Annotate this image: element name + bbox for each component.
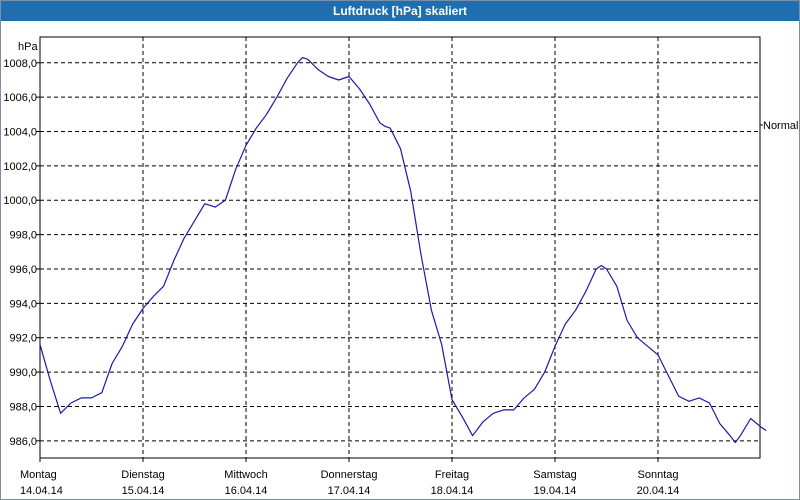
x-tick-date: 16.04.14 — [225, 485, 268, 497]
x-tick-day: Samstag — [533, 469, 576, 481]
plot-area — [39, 36, 761, 459]
y-tick-label: 1004,0 — [3, 127, 37, 139]
y-tick-label: 1006,0 — [3, 92, 37, 104]
y-tick-label: 1002,0 — [3, 161, 37, 173]
x-tick-day: Freitag — [435, 469, 469, 481]
y-tick-label: 986,0 — [9, 436, 37, 448]
y-tick-label: 1000,0 — [3, 195, 37, 207]
y-tick-label: 990,0 — [9, 367, 37, 379]
grid — [40, 37, 760, 458]
x-tick-date: 18.04.14 — [431, 485, 474, 497]
x-tick-day: Donnerstag — [321, 469, 378, 481]
x-tick-date: 15.04.14 — [122, 485, 165, 497]
y-axis-unit: hPa — [18, 41, 38, 53]
x-tick-day: Mittwoch — [224, 469, 267, 481]
x-tick-date: 17.04.14 — [328, 485, 371, 497]
y-tick-label: 1008,0 — [3, 58, 37, 70]
x-tick-date: 19.04.14 — [534, 485, 577, 497]
y-tick-label: 998,0 — [9, 230, 37, 242]
normal-reference-label: Normal — [763, 120, 798, 132]
y-tick-label: 996,0 — [9, 264, 37, 276]
x-tick-day: Dienstag — [121, 469, 164, 481]
series-layer — [39, 57, 767, 444]
y-axis-ticks: 1008,0 1006,0 1004,0 1002,0 1000,0 998,0 996,0… — [3, 58, 40, 448]
y-tick-label: 988,0 — [9, 401, 37, 413]
x-tick-day: Sonntag — [638, 469, 679, 481]
x-tick-date: 20.04.14 — [637, 485, 680, 497]
pressure-line — [39, 57, 767, 444]
y-tick-label: 992,0 — [9, 333, 37, 345]
x-tick-date: 14.04.14 — [20, 485, 63, 497]
line-chart: hPa Normal 1008,0 1006,0 1004,0 1002,0 1000,… — [3, 36, 798, 497]
y-tick-label: 994,0 — [9, 298, 37, 310]
x-tick-day: Montag — [20, 469, 57, 481]
